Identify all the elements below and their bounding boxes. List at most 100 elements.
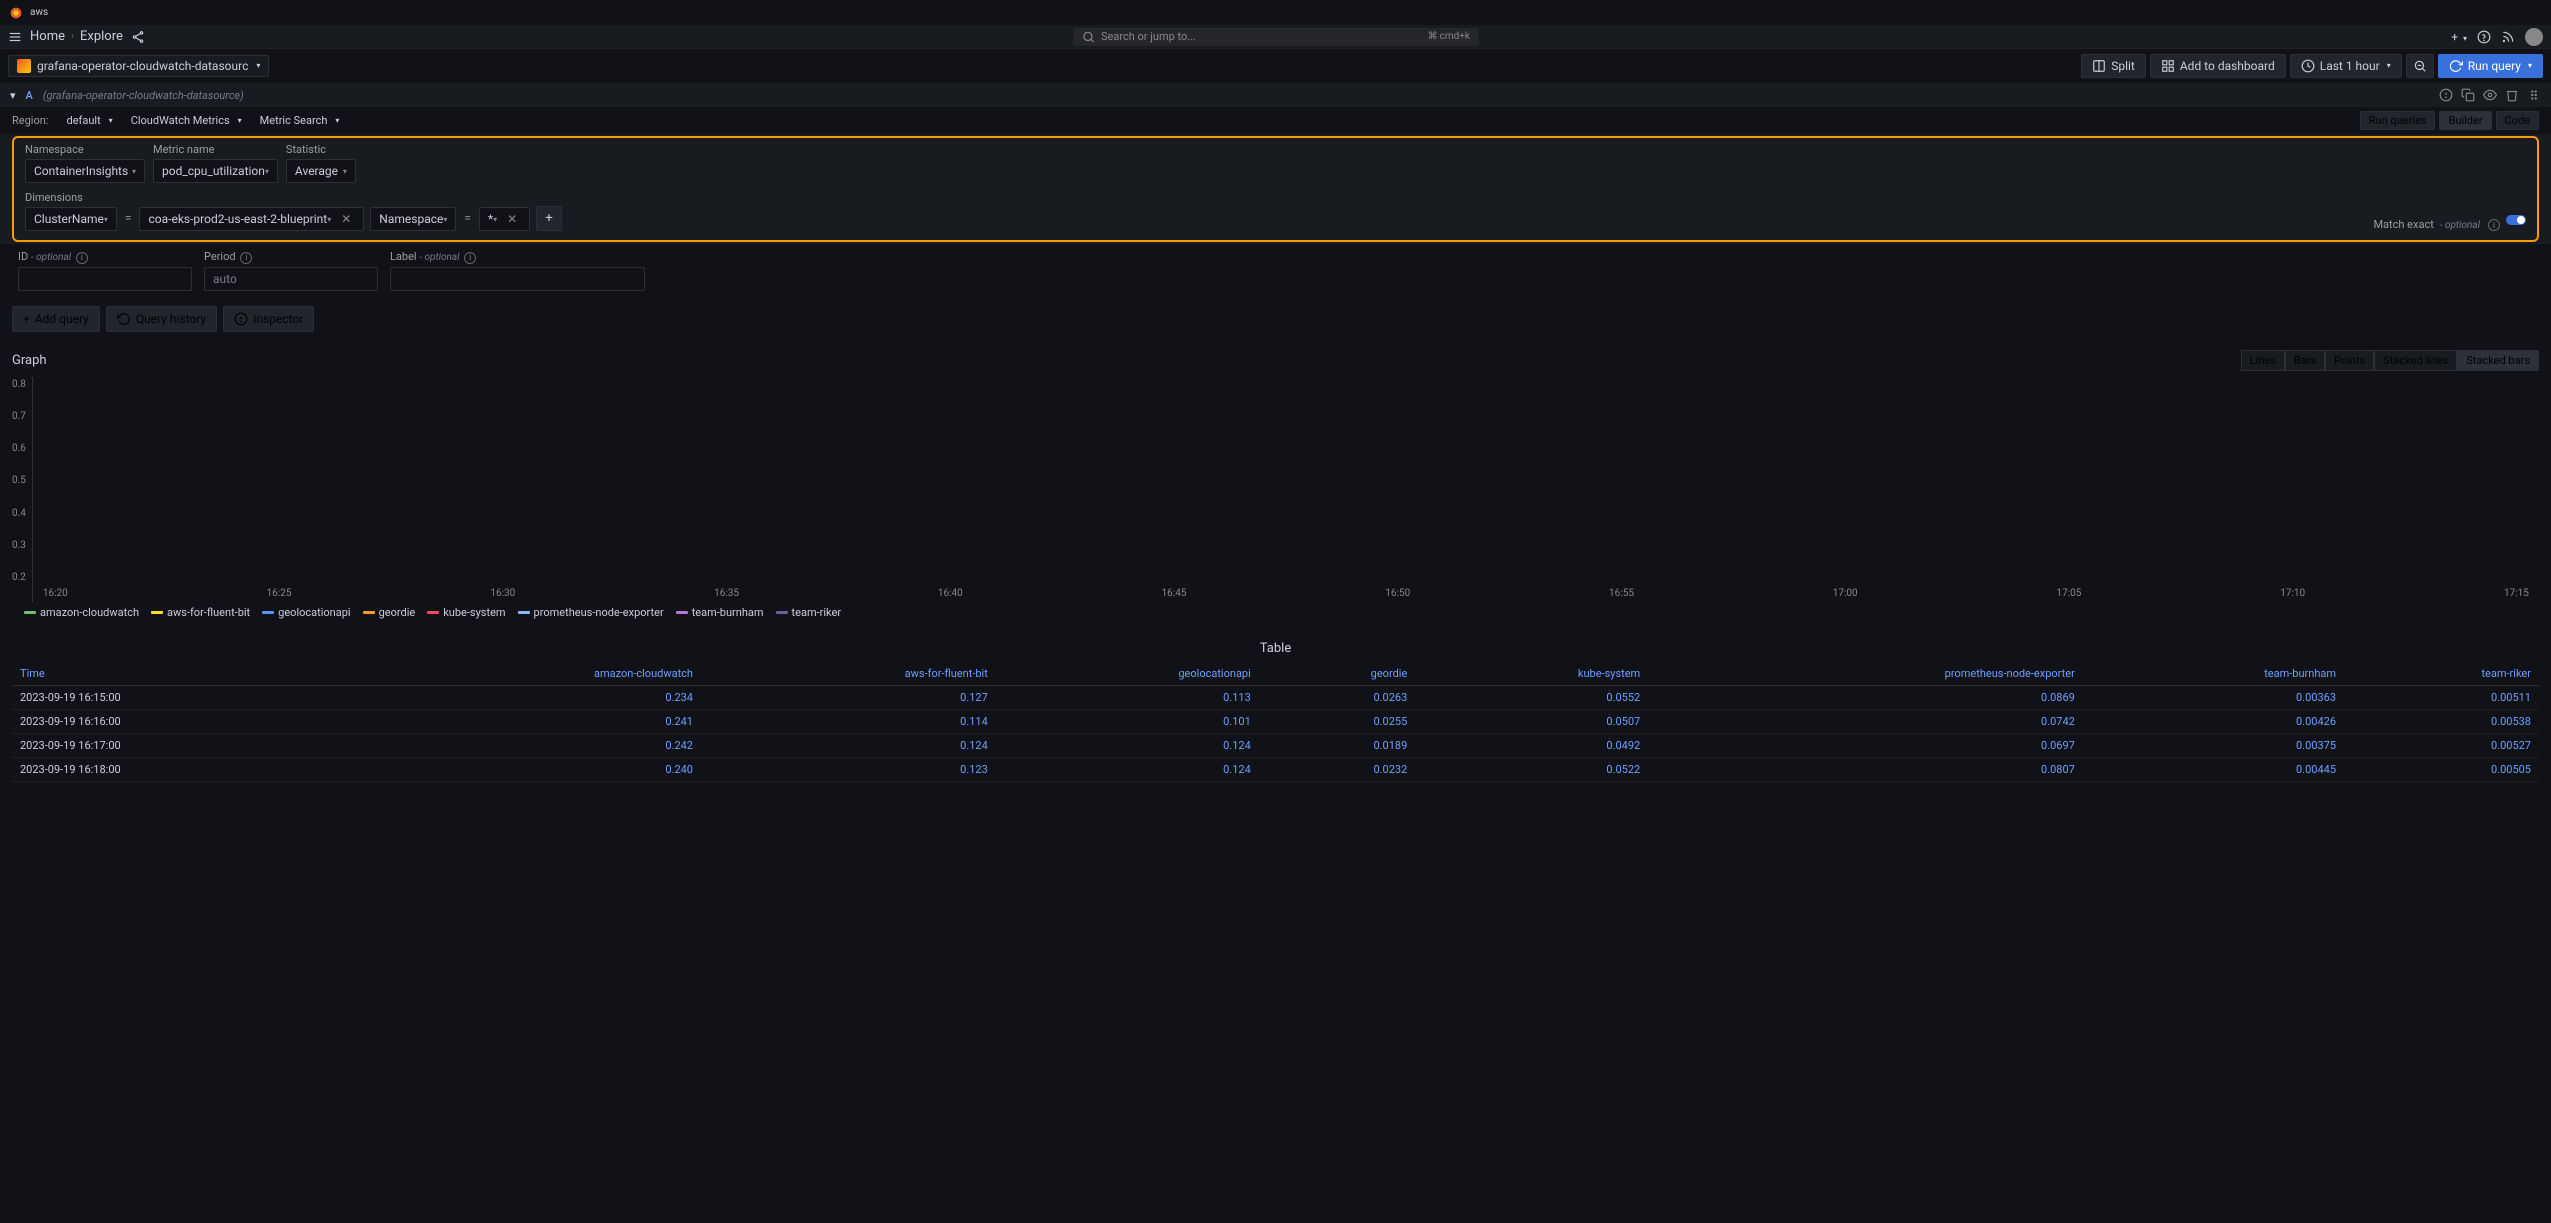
brand-bar: aws [0, 0, 2551, 25]
id-input[interactable] [18, 267, 192, 291]
menu-icon[interactable] [8, 30, 22, 44]
label-help-icon[interactable]: i [464, 252, 476, 264]
datasource-picker[interactable]: grafana-operator-cloudwatch-datasourc ▾ [8, 55, 269, 77]
legend-item[interactable]: team-riker [776, 606, 842, 619]
breadcrumb-home[interactable]: Home [30, 29, 65, 44]
search-placeholder: Search or jump to... [1101, 30, 1196, 43]
user-avatar[interactable] [2525, 28, 2543, 46]
add-query-button[interactable]: + Add query [12, 306, 100, 332]
plot-area: 16:2016:2516:3016:3516:4016:4516:5016:55… [32, 377, 2539, 602]
dimension-value-2[interactable]: *▾✕ [479, 207, 530, 231]
equals-1: = [123, 211, 134, 231]
legend-item[interactable]: aws-for-fluent-bit [151, 606, 250, 619]
data-table: Timeamazon-cloudwatchaws-for-fluent-bitg… [12, 662, 2539, 782]
table-header[interactable]: geordie [1259, 662, 1415, 686]
query-type-select[interactable]: CloudWatch Metrics ▾ [131, 114, 242, 127]
collapse-icon[interactable]: ▾ [10, 89, 16, 102]
match-exact-help-icon[interactable]: i [2488, 219, 2500, 231]
chart-legend: amazon-cloudwatch aws-for-fluent-bit geolo… [12, 602, 2539, 623]
dimensions-label: Dimensions [25, 191, 117, 204]
breadcrumb-explore[interactable]: Explore [80, 29, 123, 44]
time-range-picker[interactable]: Last 1 hour ▾ [2290, 54, 2402, 78]
add-to-dashboard-button[interactable]: Add to dashboard [2150, 54, 2286, 78]
equals-2: = [462, 211, 473, 231]
duplicate-query-icon[interactable] [2461, 88, 2475, 102]
graph-tab-lines[interactable]: Lines [2241, 350, 2285, 371]
table-header[interactable]: kube-system [1415, 662, 1648, 686]
statistic-select[interactable]: Average▾ [286, 159, 356, 183]
query-options-row: ID - optional i Period i Label - optiona… [0, 244, 2551, 297]
period-help-icon[interactable]: i [240, 252, 252, 264]
metric-name-select[interactable]: pod_cpu_utilization▾ [153, 159, 278, 183]
search-icon [1081, 30, 1095, 44]
match-exact-toggle[interactable] [2506, 215, 2526, 225]
graph-style-tabs: LinesBarsPointsStacked linesStacked bars [2241, 350, 2539, 371]
graph-tab-points[interactable]: Points [2325, 350, 2374, 371]
table-header[interactable]: geolocationapi [996, 662, 1259, 686]
breadcrumb: Home › Explore [30, 29, 123, 44]
datasource-icon [17, 59, 31, 73]
dimension-key-1[interactable]: ClusterName▾ [25, 207, 117, 231]
add-icon[interactable]: + ▾ [2451, 30, 2467, 44]
dimension-key-2[interactable]: Namespace▾ [370, 207, 456, 231]
query-editor: ▾ A (grafana-operator-cloudwatch-datasou… [0, 83, 2551, 297]
query-row-header: ▾ A (grafana-operator-cloudwatch-datasou… [0, 83, 2551, 107]
query-ref-id[interactable]: A [26, 89, 33, 102]
explore-toolbar: grafana-operator-cloudwatch-datasourc ▾ … [0, 49, 2551, 82]
region-select[interactable]: default ▾ [66, 114, 112, 127]
metric-mode-select[interactable]: Metric Search ▾ [260, 114, 340, 127]
query-datasource-label: (grafana-operator-cloudwatch-datasource) [43, 89, 244, 102]
share-icon[interactable] [131, 30, 145, 44]
search-shortcut: ⌘ cmd+k [1428, 31, 1470, 42]
table-header[interactable]: team-burnham [2083, 662, 2344, 686]
history-icon [117, 312, 131, 326]
remove-dim-2-icon[interactable]: ✕ [503, 212, 521, 226]
news-icon[interactable] [2501, 30, 2515, 44]
delete-query-icon[interactable] [2505, 88, 2519, 102]
query-history-button[interactable]: Query history [106, 306, 217, 332]
remove-dim-1-icon[interactable]: ✕ [337, 212, 355, 226]
inspector-icon [234, 312, 248, 326]
legend-item[interactable]: geordie [363, 606, 416, 619]
legend-item[interactable]: team-burnham [676, 606, 764, 619]
graph-tab-stacked-bars[interactable]: Stacked bars [2457, 350, 2539, 371]
table-header[interactable]: team-riker [2344, 662, 2539, 686]
metric-name-label: Metric name [153, 143, 278, 156]
split-button[interactable]: Split [2081, 54, 2146, 78]
drag-handle-icon[interactable] [2527, 88, 2541, 102]
legend-item[interactable]: prometheus-node-exporter [518, 606, 664, 619]
table-panel: Table Timeamazon-cloudwatchaws-for-fluen… [0, 633, 2551, 802]
toggle-visibility-icon[interactable] [2483, 88, 2497, 102]
code-mode-button[interactable]: Code [2496, 111, 2539, 130]
legend-item[interactable]: geolocationapi [262, 606, 350, 619]
columns-icon [2092, 59, 2106, 73]
dimension-value-1[interactable]: coa-eks-prod2-us-east-2-blueprint▾✕ [139, 207, 364, 231]
inspector-button[interactable]: Inspector [223, 306, 314, 332]
add-dimension-button[interactable]: + [536, 206, 562, 231]
query-mode-row: Region: default ▾ CloudWatch Metrics ▾ M… [0, 107, 2551, 134]
legend-item[interactable]: kube-system [427, 606, 505, 619]
table-header[interactable]: prometheus-node-exporter [1648, 662, 2083, 686]
sync-icon [2449, 59, 2463, 73]
table-header[interactable]: amazon-cloudwatch [359, 662, 701, 686]
id-help-icon[interactable]: i [76, 252, 88, 264]
graph-tab-stacked-lines[interactable]: Stacked lines [2374, 350, 2457, 371]
query-help-icon[interactable] [2439, 88, 2453, 102]
help-icon[interactable] [2477, 30, 2491, 44]
namespace-select[interactable]: ContainerInsights▾ [25, 159, 145, 183]
match-exact-label: Match exact [2373, 218, 2433, 231]
table-header[interactable]: Time [12, 662, 359, 686]
run-query-button[interactable]: Run query ▾ [2438, 54, 2543, 78]
global-search[interactable]: Search or jump to... ⌘ cmd+k [1073, 28, 1478, 46]
table-row: 2023-09-19 16:18:000.2400.1230.1240.0232… [12, 757, 2539, 781]
builder-mode-button[interactable]: Builder [2439, 111, 2491, 130]
period-input[interactable] [204, 267, 378, 291]
label-input[interactable] [390, 267, 645, 291]
run-queries-button[interactable]: Run queries [2360, 111, 2436, 130]
table-header[interactable]: aws-for-fluent-bit [701, 662, 996, 686]
metric-builder-highlight: Namespace ContainerInsights▾ Metric name… [12, 136, 2539, 242]
zoom-out-button[interactable] [2406, 54, 2434, 78]
chart-area[interactable]: 0.80.70.60.50.40.30.2 16:2016:2516:3016:… [12, 377, 2539, 602]
legend-item[interactable]: amazon-cloudwatch [24, 606, 139, 619]
graph-tab-bars[interactable]: Bars [2285, 350, 2325, 371]
